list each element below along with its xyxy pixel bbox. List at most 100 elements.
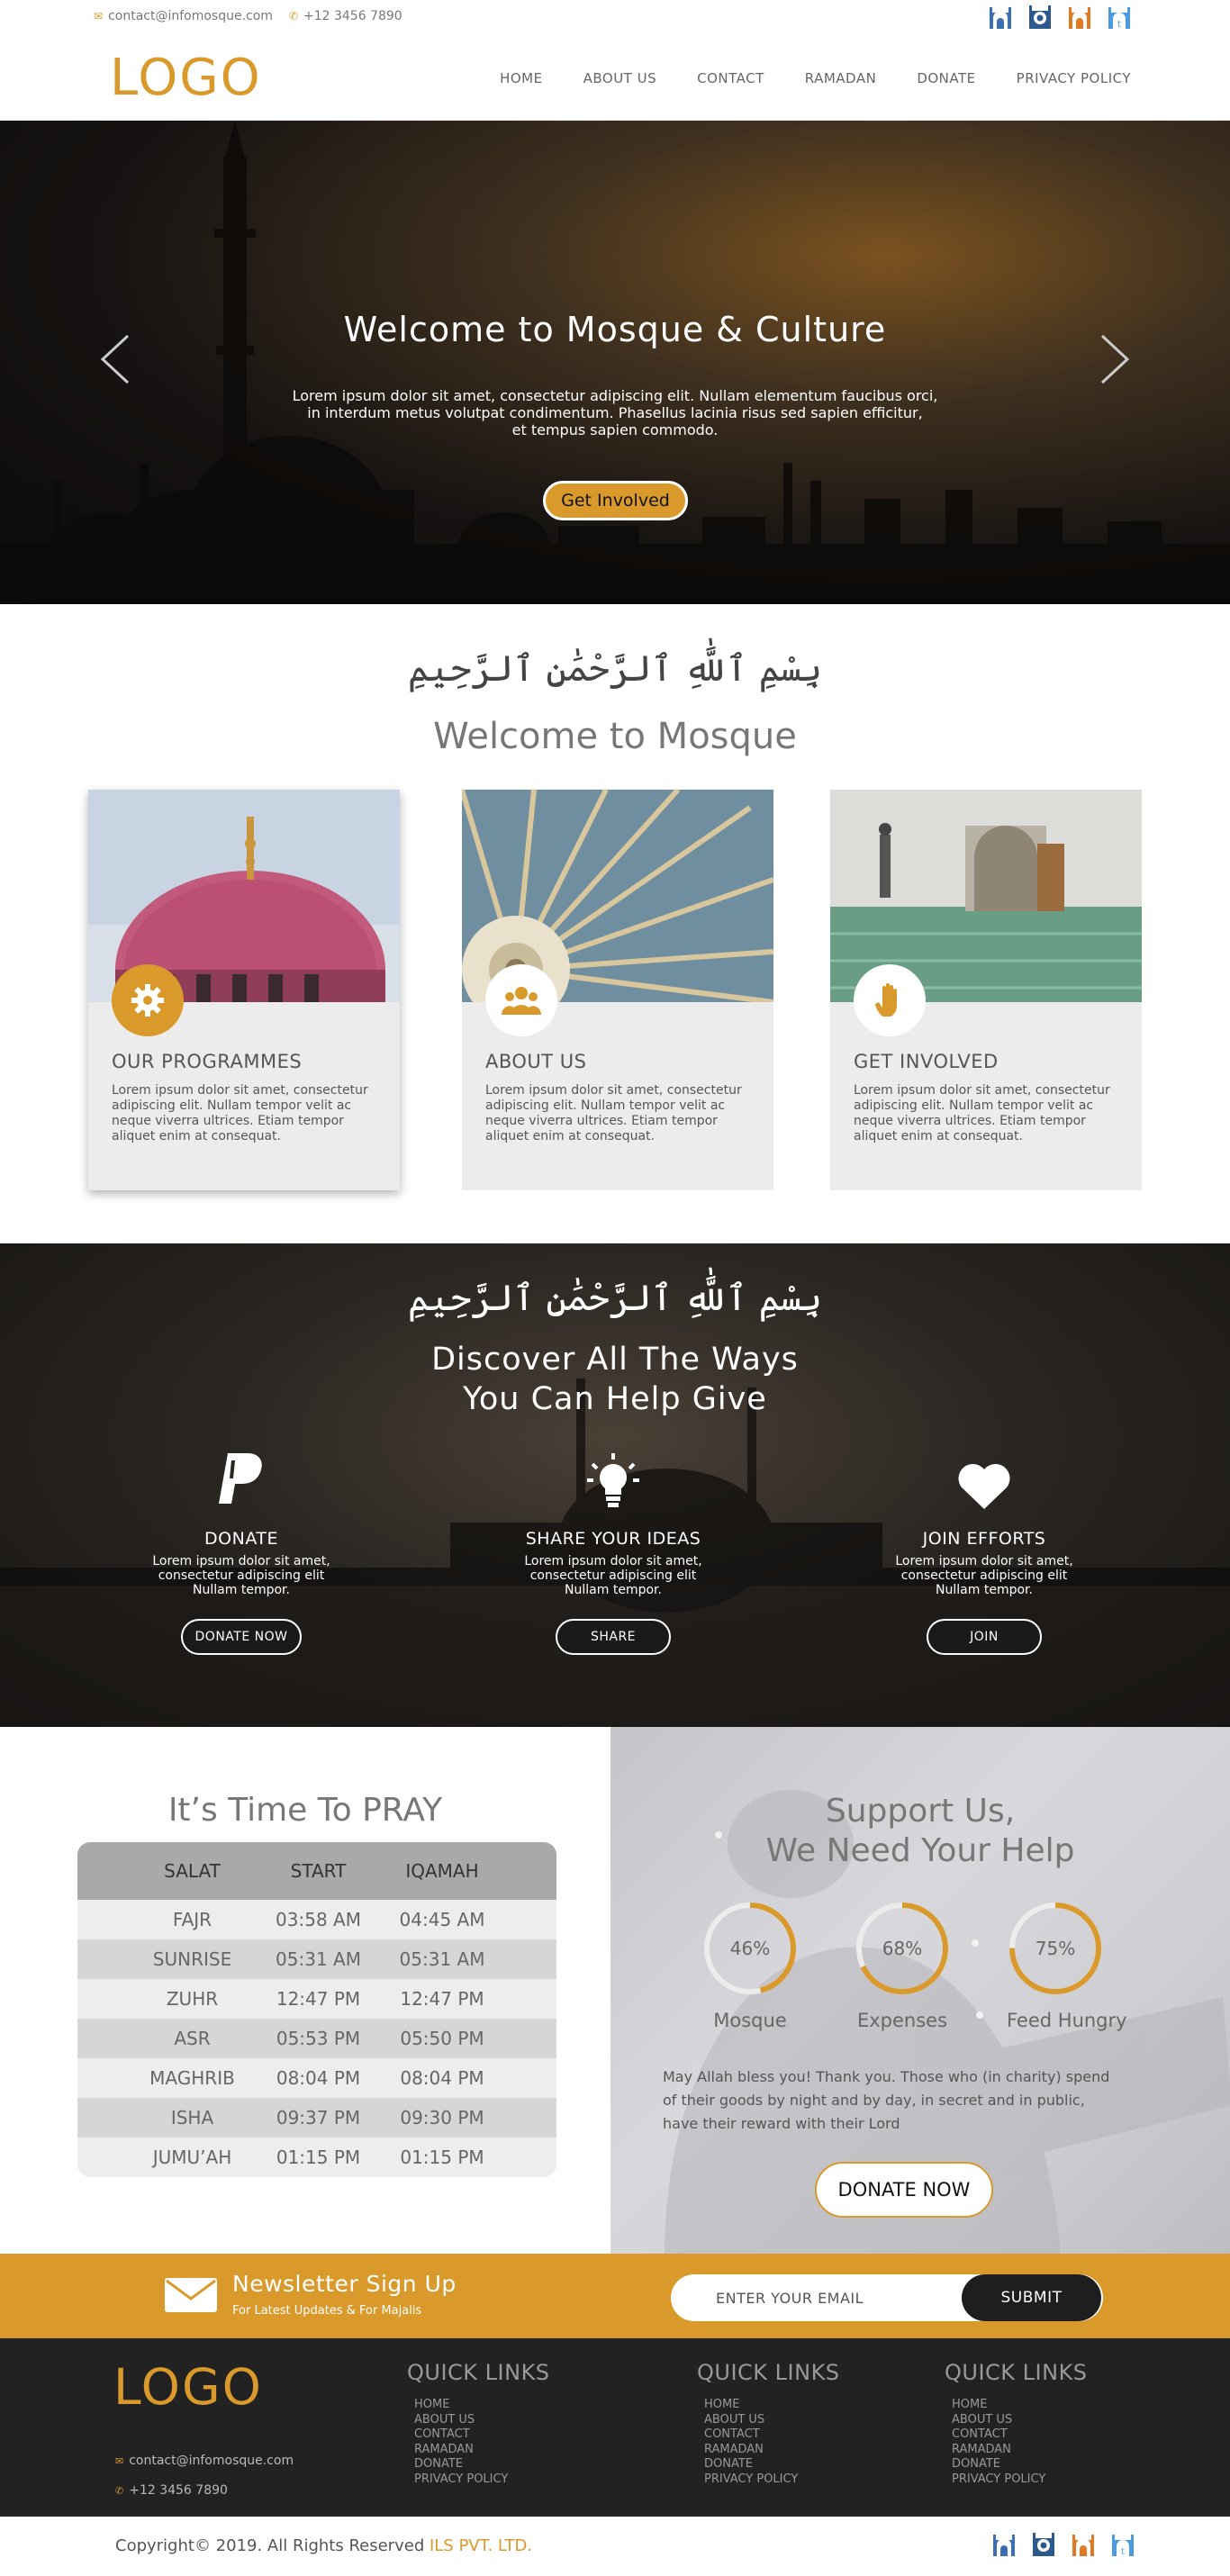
- footer-col-title: QUICK LINKS: [945, 2360, 1088, 2385]
- top-phone: +12 3456 7890: [303, 9, 402, 23]
- donate-now-button[interactable]: DONATE NOW: [180, 1619, 303, 1655]
- footer-logo[interactable]: LOGO: [113, 2358, 263, 2416]
- discover-section: بِسْمِ ٱللَّٰهِ ٱلرَّحْمَٰنِ ٱلرَّحِيمِ …: [0, 1243, 1230, 1727]
- prayer-row: FAJR 03:58 AM 04:45 AM: [77, 1900, 556, 1939]
- envelope-icon: [165, 2278, 217, 2312]
- get-involved-button[interactable]: Get Involved: [543, 481, 688, 520]
- prayer-name: FAJR: [172, 1909, 213, 1930]
- mosque-icon-orange[interactable]: [1070, 2533, 1097, 2556]
- footer-link-item: ABOUT US: [952, 2413, 1088, 2428]
- footer-link-item: RAMADAN: [952, 2443, 1088, 2458]
- footer-link[interactable]: CONTACT: [704, 2427, 760, 2441]
- nav-home[interactable]: HOME: [500, 70, 543, 86]
- card-text: Lorem ipsum dolor sit amet, consectetur …: [485, 1083, 742, 1143]
- footer-link[interactable]: HOME: [704, 2398, 739, 2411]
- prayer-name: MAGHRIB: [149, 2067, 235, 2089]
- footer-link-item: RAMADAN: [414, 2443, 550, 2458]
- footer-link[interactable]: HOME: [414, 2398, 449, 2411]
- top-phone-link[interactable]: ✆ +12 3456 7890: [289, 9, 402, 23]
- way-text: Lorem ipsum dolor sit amet, consectetur a…: [478, 1554, 748, 1597]
- nav-about-us[interactable]: ABOUT US: [583, 70, 657, 86]
- copyright-text: Copyright© 2019. All Rights Reserved ILS…: [115, 2536, 532, 2555]
- hero-text-line: et tempus sapien commodo.: [511, 421, 719, 438]
- svg-text:t: t: [1117, 20, 1121, 29]
- nav-contact[interactable]: CONTACT: [697, 70, 764, 86]
- footer-links: HOME ABOUT US CONTACT RAMADAN DONATE PRIVACY …: [952, 2398, 1088, 2487]
- footer-link[interactable]: PRIVACY POLICY: [414, 2472, 508, 2486]
- way-text-line: consectetur adipiscing elit: [529, 1568, 697, 1583]
- footer-link-item: ABOUT US: [704, 2413, 840, 2428]
- mosque-icon-navy[interactable]: [1030, 2533, 1057, 2556]
- footer-link[interactable]: PRIVACY POLICY: [704, 2472, 798, 2486]
- prayer-title: It’s Time To PRAY: [167, 1792, 443, 1829]
- way-title: SHARE YOUR IDEAS: [525, 1529, 701, 1549]
- support-quote-line: May Allah bless you! Thank you. Those wh…: [663, 2068, 1110, 2085]
- footer-quick-links-1: QUICK LINKS HOME ABOUT US CONTACT RAMADAN DO…: [407, 2360, 550, 2487]
- footer-email[interactable]: contact@infomosque.com: [129, 2454, 294, 2468]
- paypal-icon: [219, 1453, 262, 1504]
- col-header: SALAT: [164, 1860, 221, 1882]
- share-button[interactable]: SHARE: [556, 1619, 671, 1655]
- footer-link[interactable]: RAMADAN: [704, 2443, 764, 2456]
- support-title-line: Support Us,: [825, 1793, 1016, 1830]
- card-get-involved[interactable]: GET INVOLVED Lorem ipsum dolor sit amet,…: [830, 790, 1142, 1190]
- footer-link[interactable]: RAMADAN: [952, 2443, 1011, 2456]
- top-bar: ✉ contact@infomosque.com ✆ +12 3456 7890 t: [0, 0, 1230, 34]
- mosque-icon-orange[interactable]: [1066, 5, 1093, 29]
- footer-link[interactable]: RAMADAN: [414, 2443, 474, 2456]
- footer-link[interactable]: ABOUT US: [414, 2413, 475, 2427]
- footer-link[interactable]: ABOUT US: [952, 2413, 1012, 2427]
- newsletter-submit-button[interactable]: SUBMIT: [962, 2274, 1101, 2321]
- nav-ramadan[interactable]: RAMADAN: [805, 70, 877, 86]
- prayer-start: 09:37 PM: [276, 2107, 361, 2129]
- way-text-line: Lorem ipsum dolor sit amet,: [895, 1554, 1073, 1568]
- prayer-name: ASR: [174, 2028, 211, 2049]
- hero-overlay: [0, 121, 1230, 604]
- footer-phone[interactable]: +12 3456 7890: [129, 2483, 228, 2498]
- footer-link[interactable]: CONTACT: [952, 2427, 1008, 2441]
- mosque-icon-lightblue[interactable]: t: [1106, 5, 1133, 29]
- mosque-icon-blue[interactable]: [990, 2533, 1017, 2556]
- footer-link[interactable]: ABOUT US: [704, 2413, 764, 2427]
- progress-value: 46%: [729, 1938, 771, 1959]
- support-donate-now-button[interactable]: DONATE NOW: [815, 2162, 993, 2218]
- footer-link-item: HOME: [952, 2398, 1088, 2413]
- way-title: JOIN EFFORTS: [922, 1529, 1046, 1549]
- way-text-line: Nullam tempor.: [936, 1583, 1033, 1597]
- footer-link[interactable]: DONATE: [952, 2457, 1000, 2471]
- header-logo[interactable]: LOGO: [110, 49, 262, 107]
- hand-icon: [854, 964, 926, 1036]
- top-email-link[interactable]: ✉ contact@infomosque.com: [94, 9, 273, 23]
- mosque-icon-blue[interactable]: [987, 5, 1014, 29]
- way-text-line: Lorem ipsum dolor sit amet,: [152, 1554, 330, 1568]
- prayer-table: SALAT START IQAMAH FAJR 03:58 AM 04:45 AM S…: [77, 1842, 556, 2177]
- card-about-us[interactable]: ABOUT US Lorem ipsum dolor sit amet, con…: [462, 790, 773, 1190]
- footer-link[interactable]: DONATE: [704, 2457, 753, 2471]
- join-button[interactable]: JOIN: [927, 1619, 1042, 1655]
- card-our-programmes[interactable]: OUR PROGRAMMES Lorem ipsum dolor sit ame…: [88, 790, 400, 1190]
- footer-link[interactable]: HOME: [952, 2398, 987, 2411]
- footer-col-title: QUICK LINKS: [407, 2360, 550, 2385]
- prayer-iqamah: 09:30 PM: [400, 2107, 484, 2129]
- footer-link-item: HOME: [414, 2398, 550, 2413]
- footer-link[interactable]: CONTACT: [414, 2427, 470, 2441]
- footer-link[interactable]: DONATE: [414, 2457, 463, 2471]
- support-section: Support Us, We Need Your Help 46% Mosque …: [610, 1727, 1230, 2254]
- discover-title-line: You Can Help Give: [463, 1381, 767, 1417]
- nav-privacy-policy[interactable]: PRIVACY POLICY: [1017, 70, 1131, 86]
- company-link[interactable]: ILS PVT. LTD.: [430, 2536, 532, 2555]
- nav-donate[interactable]: DONATE: [917, 70, 975, 86]
- heart-icon: [958, 1463, 1010, 1509]
- mosque-icon-navy[interactable]: [1027, 5, 1054, 29]
- prayer-row: ZUHR 12:47 PM 12:47 PM: [77, 1979, 556, 2019]
- support-quote-line: have their reward with their Lord: [663, 2115, 900, 2132]
- discover-title: Discover All The Ways You Can Help Give: [0, 1340, 1230, 1419]
- prayer-iqamah: 01:15 PM: [400, 2147, 484, 2168]
- mail-icon: ✉: [115, 2455, 124, 2467]
- way-text: Lorem ipsum dolor sit amet, consectetur a…: [106, 1554, 376, 1597]
- mosque-icon-lightblue[interactable]: t: [1109, 2533, 1136, 2556]
- footer-link-item: DONATE: [952, 2457, 1088, 2472]
- prayer-iqamah: 08:04 PM: [400, 2067, 484, 2089]
- footer-link[interactable]: PRIVACY POLICY: [952, 2472, 1045, 2486]
- way-donate: DONATE Lorem ipsum dolor sit amet, consec…: [106, 1446, 376, 1655]
